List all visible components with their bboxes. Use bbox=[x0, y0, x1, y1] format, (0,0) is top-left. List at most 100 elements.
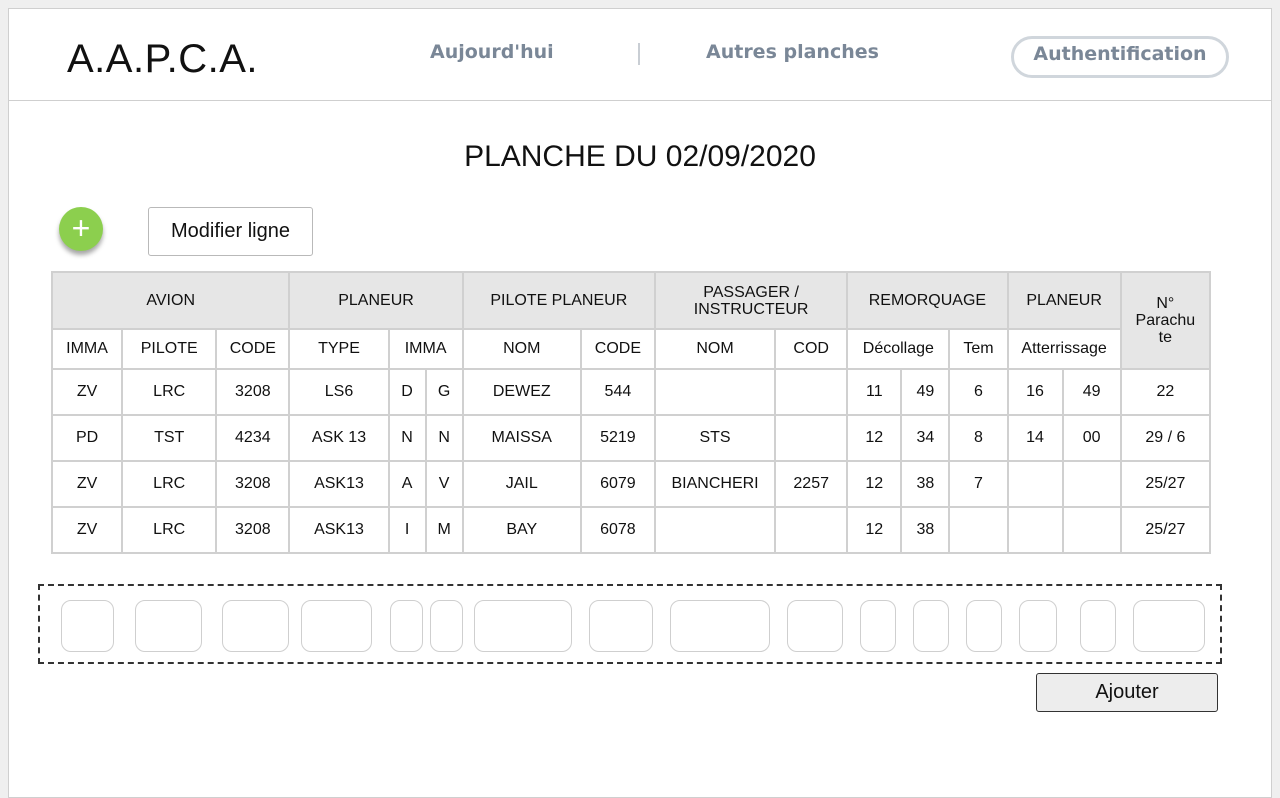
table-cell: 4234 bbox=[215, 414, 291, 462]
col-header-code-pilote: CODE bbox=[579, 328, 656, 370]
table-cell bbox=[653, 368, 777, 416]
nav-link-today[interactable]: Aujourd'hui bbox=[430, 41, 554, 63]
add-row-button[interactable]: + bbox=[59, 207, 103, 251]
col-header-cod: COD bbox=[774, 328, 849, 370]
table-cell: N bbox=[424, 414, 464, 462]
table-cell: 22 bbox=[1119, 368, 1212, 416]
table-cell: 8 bbox=[948, 414, 1009, 462]
col-header-imma-planeur: IMMA bbox=[387, 328, 464, 370]
table-cell: PD bbox=[50, 414, 124, 462]
table-cell: DEWEZ bbox=[461, 368, 582, 416]
table-cell: 544 bbox=[579, 368, 656, 416]
table-cell: 12 bbox=[846, 414, 903, 462]
column-header-row: IMMA PILOTE CODE TYPE IMMA NOM CODE NOM … bbox=[50, 328, 1210, 370]
group-header-planeur: PLANEUR bbox=[288, 271, 464, 330]
col-header-pilote: PILOTE bbox=[121, 328, 218, 370]
table-cell: 3208 bbox=[215, 368, 291, 416]
table-row[interactable]: ZV LRC 3208 LS6 D G DEWEZ 544 11 49 6 16 49 22 bbox=[50, 368, 1212, 416]
input-imma-planeur-2[interactable] bbox=[430, 600, 463, 652]
group-header-pilote-planeur: PILOTE PLANEUR bbox=[461, 271, 656, 330]
modify-row-button[interactable]: Modifier ligne bbox=[148, 207, 313, 256]
nav-link-other-boards[interactable]: Autres planches bbox=[706, 41, 879, 63]
table-cell bbox=[1061, 460, 1122, 508]
col-header-atterrissage: Atterrissage bbox=[1006, 328, 1122, 370]
table-cell bbox=[1061, 506, 1122, 554]
table-cell bbox=[774, 414, 849, 462]
input-tem[interactable] bbox=[966, 600, 1002, 652]
table-cell: 49 bbox=[1061, 368, 1122, 416]
table-cell: LRC bbox=[121, 506, 218, 554]
table-cell: ZV bbox=[50, 460, 124, 508]
input-cod-passager[interactable] bbox=[787, 600, 843, 652]
table-cell: JAIL bbox=[461, 460, 582, 508]
table-cell: 6078 bbox=[579, 506, 656, 554]
input-code-pilote[interactable] bbox=[589, 600, 653, 652]
table-cell: 38 bbox=[900, 460, 951, 508]
table-cell: A bbox=[387, 460, 427, 508]
col-header-type: TYPE bbox=[288, 328, 390, 370]
group-header-row: AVION PLANEUR PILOTE PLANEUR PASSAGER / … bbox=[50, 271, 1212, 370]
table-cell: 25/27 bbox=[1119, 460, 1212, 508]
group-header-passager: PASSAGER / INSTRUCTEUR bbox=[653, 271, 849, 330]
input-code[interactable] bbox=[222, 600, 289, 652]
table-cell: ZV bbox=[50, 506, 124, 554]
col-header-decollage: Décollage bbox=[846, 328, 951, 370]
table-cell: 11 bbox=[846, 368, 903, 416]
input-pilote[interactable] bbox=[135, 600, 202, 652]
table-cell: BAY bbox=[461, 506, 582, 554]
table-cell: 3208 bbox=[215, 506, 291, 554]
table-cell: 25/27 bbox=[1119, 506, 1212, 554]
table-cell: 16 bbox=[1006, 368, 1064, 416]
input-atterrissage-h[interactable] bbox=[1019, 600, 1057, 652]
add-button[interactable]: Ajouter bbox=[1036, 673, 1218, 712]
col-header-nom: NOM bbox=[461, 328, 582, 370]
flight-board-table: AVION PLANEUR PILOTE PLANEUR PASSAGER / … bbox=[50, 271, 1212, 554]
input-imma-planeur-1[interactable] bbox=[390, 600, 423, 652]
nav-divider bbox=[638, 43, 640, 65]
table-cell: M bbox=[424, 506, 464, 554]
table-cell: 7 bbox=[948, 460, 1009, 508]
input-nom-pilote[interactable] bbox=[474, 600, 572, 652]
col-header-code: CODE bbox=[215, 328, 291, 370]
table-cell: ASK 13 bbox=[288, 414, 390, 462]
plus-icon: + bbox=[71, 210, 91, 246]
col-header-nom-passager: NOM bbox=[653, 328, 777, 370]
group-header-planeur-landing: PLANEUR bbox=[1006, 271, 1122, 330]
site-logo[interactable]: A.A.P.C.A. bbox=[67, 37, 258, 82]
parachute-label-line2: Parachu bbox=[1135, 312, 1196, 329]
header-parachute: N° Parachu te bbox=[1119, 271, 1212, 370]
input-nom-passager[interactable] bbox=[670, 600, 770, 652]
col-header-imma: IMMA bbox=[50, 328, 124, 370]
input-decollage-h[interactable] bbox=[860, 600, 896, 652]
login-button[interactable]: Authentification bbox=[1011, 36, 1229, 78]
table-cell: 2257 bbox=[774, 460, 849, 508]
table-cell: 6079 bbox=[579, 460, 656, 508]
table-cell: MAISSA bbox=[461, 414, 582, 462]
table-cell: G bbox=[424, 368, 464, 416]
input-atterrissage-m[interactable] bbox=[1080, 600, 1116, 652]
group-header-avion: AVION bbox=[50, 271, 291, 330]
table-row[interactable]: ZV LRC 3208 ASK13 I M BAY 6078 12 38 25/27 bbox=[50, 506, 1212, 554]
table-cell: D bbox=[387, 368, 427, 416]
table-cell: BIANCHERI bbox=[653, 460, 777, 508]
table-cell: 14 bbox=[1006, 414, 1064, 462]
table-cell: STS bbox=[653, 414, 777, 462]
new-row-form bbox=[38, 584, 1222, 664]
input-parachute[interactable] bbox=[1133, 600, 1205, 652]
table-cell: N bbox=[387, 414, 427, 462]
table-cell: 49 bbox=[900, 368, 951, 416]
table-cell bbox=[1006, 460, 1064, 508]
group-header-remorquage: REMORQUAGE bbox=[846, 271, 1009, 330]
table-cell: TST bbox=[121, 414, 218, 462]
parachute-label-line1: N° bbox=[1156, 295, 1175, 312]
input-type[interactable] bbox=[301, 600, 372, 652]
table-cell: 5219 bbox=[579, 414, 656, 462]
table-cell: 12 bbox=[846, 506, 903, 554]
table-cell: 29 / 6 bbox=[1119, 414, 1212, 462]
input-decollage-m[interactable] bbox=[913, 600, 949, 652]
table-cell: ASK13 bbox=[288, 506, 390, 554]
table-row[interactable]: PD TST 4234 ASK 13 N N MAISSA 5219 STS 12 34 8 14 00 2… bbox=[50, 414, 1212, 462]
page-title: PLANCHE DU 02/09/2020 bbox=[464, 140, 816, 173]
input-imma[interactable] bbox=[61, 600, 114, 652]
table-row[interactable]: ZV LRC 3208 ASK13 A V JAIL 6079 BIANCHERI 2257 12 3… bbox=[50, 460, 1212, 508]
